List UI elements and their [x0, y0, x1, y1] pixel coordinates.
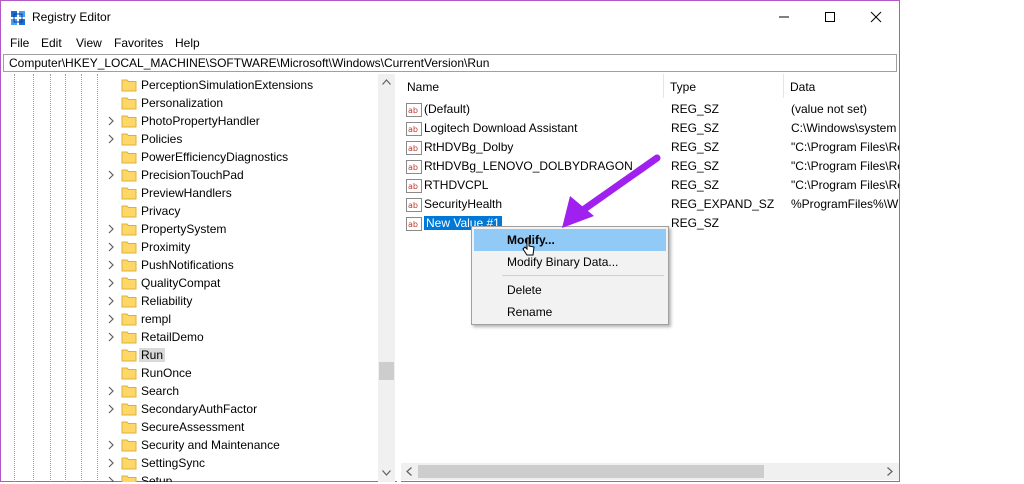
annotation-arrow-icon: [562, 154, 661, 228]
